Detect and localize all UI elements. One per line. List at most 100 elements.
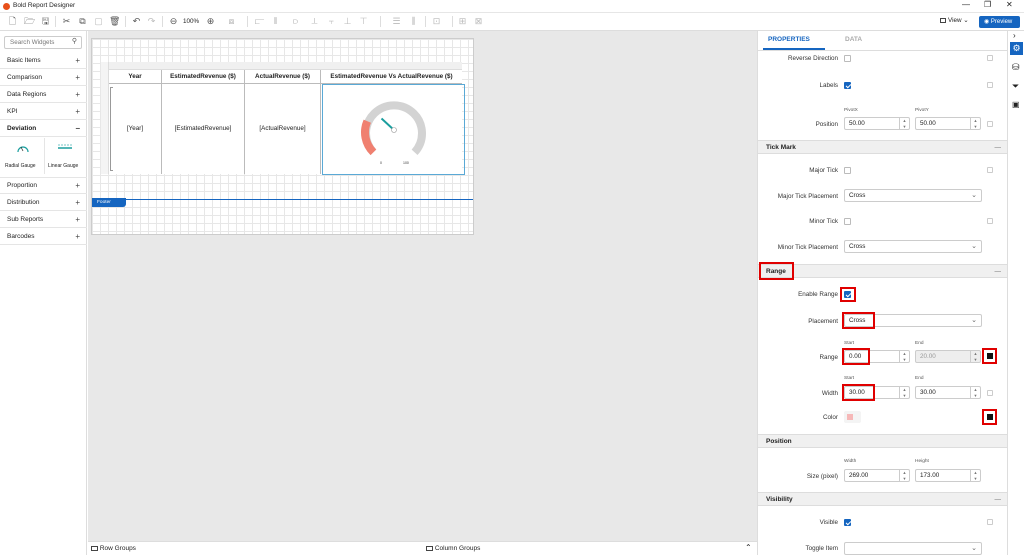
- minor-tick-placement-select[interactable]: Cross ⌄: [844, 240, 982, 253]
- align-middle-icon[interactable]: ⫟: [326, 16, 337, 27]
- expand-icon[interactable]: +: [75, 53, 80, 69]
- copy-icon[interactable]: ⧉: [77, 16, 88, 27]
- widget-category-barcodes[interactable]: Barcodes +: [0, 229, 87, 245]
- width-start-spinner[interactable]: ▲ ▼: [899, 387, 909, 398]
- visible-checkbox[interactable]: [844, 519, 851, 526]
- zoom-in-icon[interactable]: ⊕: [205, 16, 216, 27]
- reverse-direction-checkbox[interactable]: [844, 55, 851, 62]
- header-cell-year[interactable]: Year: [109, 70, 162, 84]
- order-icon[interactable]: ⧈: [226, 16, 237, 27]
- pivot-y-input[interactable]: 50.00 ▲ ▼: [915, 117, 981, 130]
- align-top-icon[interactable]: ⟂: [309, 16, 320, 27]
- expand-icon[interactable]: +: [75, 229, 80, 245]
- tick-mark-section-header[interactable]: Tick Mark —: [758, 140, 1007, 154]
- filter-icon[interactable]: ⏷: [1012, 81, 1019, 92]
- major-tick-checkbox[interactable]: [844, 167, 851, 174]
- close-icon[interactable]: ✕: [1006, 0, 1013, 9]
- toggle-item-select[interactable]: ⌄: [844, 542, 982, 555]
- column-groups-tab[interactable]: Column Groups: [426, 545, 480, 552]
- align-center-icon[interactable]: ⫴: [270, 16, 281, 27]
- zoom-level[interactable]: 100%: [183, 18, 199, 25]
- major-tick-expr-icon[interactable]: [987, 167, 993, 173]
- widget-category-basic-items[interactable]: Basic Items +: [0, 53, 87, 69]
- collapse-icon[interactable]: —: [995, 141, 1002, 154]
- radial-gauge-widget[interactable]: Radial Gauge: [2, 134, 42, 178]
- image-icon[interactable]: ▣: [1012, 100, 1020, 109]
- expand-up-icon[interactable]: ⌃: [745, 543, 752, 552]
- header-cell-gauge[interactable]: EstimatedRevenue Vs ActualRevenue ($): [321, 70, 462, 84]
- minor-tick-checkbox[interactable]: [844, 218, 851, 225]
- zoom-out-icon[interactable]: ⊖: [168, 16, 179, 27]
- range-end-input[interactable]: 20.00 ▲ ▼: [915, 350, 981, 363]
- range-section-header[interactable]: Range —: [758, 264, 1007, 278]
- labels-expr-icon[interactable]: [987, 82, 993, 88]
- row-groups-tab[interactable]: Row Groups: [91, 545, 136, 552]
- widget-category-distribution[interactable]: Distribution +: [0, 195, 87, 211]
- snap-grid-icon[interactable]: ⊠: [473, 16, 484, 27]
- expand-icon[interactable]: +: [75, 212, 80, 228]
- collapse-panel-icon[interactable]: ›: [1013, 31, 1016, 40]
- widget-category-comparison[interactable]: Comparison +: [0, 70, 87, 86]
- database-icon[interactable]: ⛁: [1012, 62, 1020, 73]
- pivot-x-input[interactable]: 50.00 ▲ ▼: [844, 117, 910, 130]
- widget-category-proportion[interactable]: Proportion +: [0, 178, 87, 194]
- view-menu[interactable]: View ⌄: [940, 17, 969, 24]
- align-bottom-icon[interactable]: ⊥: [342, 16, 353, 27]
- restore-icon[interactable]: ❐: [984, 0, 991, 9]
- collapse-icon[interactable]: —: [995, 493, 1002, 506]
- width-end-spinner[interactable]: ▲ ▼: [970, 387, 980, 398]
- cell-actual[interactable]: [ActualRevenue]: [245, 84, 321, 174]
- labels-checkbox[interactable]: [844, 82, 851, 89]
- cell-estimated[interactable]: [EstimatedRevenue]: [162, 84, 245, 174]
- expand-icon[interactable]: +: [75, 87, 80, 103]
- position-section-header[interactable]: Position: [758, 434, 1007, 448]
- save-icon[interactable]: 🖫: [40, 16, 51, 27]
- cut-icon[interactable]: ✂: [61, 16, 72, 27]
- minimize-icon[interactable]: —: [962, 0, 970, 9]
- undo-icon[interactable]: ↶: [131, 16, 142, 27]
- size-height-input[interactable]: 173.00 ▲ ▼: [915, 469, 981, 482]
- range-end-spinner[interactable]: ▲ ▼: [970, 351, 980, 362]
- linear-gauge-widget[interactable]: Linear Gauge: [45, 134, 85, 178]
- widget-search-box[interactable]: Search Widgets ⚲: [4, 36, 82, 49]
- properties-gear-icon[interactable]: ⚙: [1010, 42, 1023, 55]
- width-expr-icon[interactable]: [987, 390, 993, 396]
- grid-icon[interactable]: ⊞: [457, 16, 468, 27]
- size-width-input[interactable]: 269.00 ▲ ▼: [844, 469, 910, 482]
- paste-icon[interactable]: ▢: [93, 16, 104, 27]
- pivot-y-spinner[interactable]: ▲ ▼: [970, 118, 980, 129]
- pivot-x-spinner[interactable]: ▲ ▼: [899, 118, 909, 129]
- radial-gauge-item[interactable]: 0 100: [322, 84, 465, 175]
- visibility-section-header[interactable]: Visibility —: [758, 492, 1007, 506]
- collapse-icon[interactable]: —: [995, 265, 1002, 278]
- table-report-item[interactable]: Year EstimatedRevenue ($) ActualRevenue …: [101, 62, 465, 175]
- widget-category-sub-reports[interactable]: Sub Reports +: [0, 212, 87, 228]
- major-tick-placement-select[interactable]: Cross ⌄: [844, 189, 982, 202]
- minor-tick-expr-icon[interactable]: [987, 218, 993, 224]
- header-cell-actual[interactable]: ActualRevenue ($): [245, 70, 321, 84]
- position-expr-icon[interactable]: [987, 121, 993, 127]
- distribute-vertical-icon[interactable]: ☰: [391, 16, 402, 27]
- reverse-direction-expr-icon[interactable]: [987, 55, 993, 61]
- size-height-spinner[interactable]: ▲ ▼: [970, 470, 980, 481]
- properties-tab[interactable]: PROPERTIES: [768, 36, 810, 43]
- expand-icon[interactable]: +: [75, 70, 80, 86]
- expand-icon[interactable]: +: [75, 104, 80, 120]
- visible-expr-icon[interactable]: [987, 519, 993, 525]
- report-body[interactable]: Year EstimatedRevenue ($) ActualRevenue …: [91, 38, 474, 235]
- widget-category-data-regions[interactable]: Data Regions +: [0, 87, 87, 103]
- header-cell-estimated[interactable]: EstimatedRevenue ($): [162, 70, 245, 84]
- align-right-icon[interactable]: ⫐: [290, 16, 301, 27]
- align-baseline-icon[interactable]: ⊤: [358, 16, 369, 27]
- range-start-spinner[interactable]: ▲ ▼: [899, 351, 909, 362]
- preview-button[interactable]: ◉ Preview: [979, 16, 1020, 28]
- expand-icon[interactable]: +: [75, 195, 80, 211]
- data-tab[interactable]: DATA: [845, 36, 862, 43]
- delete-icon[interactable]: 🗑: [109, 16, 120, 27]
- expand-icon[interactable]: +: [75, 178, 80, 194]
- redo-icon[interactable]: ↷: [146, 16, 157, 27]
- cell-year[interactable]: [Year]: [109, 84, 162, 174]
- new-file-icon[interactable]: 🗋: [7, 16, 18, 27]
- distribute-horizontal-icon[interactable]: ⫼: [408, 16, 419, 27]
- widget-category-kpi[interactable]: KPI +: [0, 104, 87, 120]
